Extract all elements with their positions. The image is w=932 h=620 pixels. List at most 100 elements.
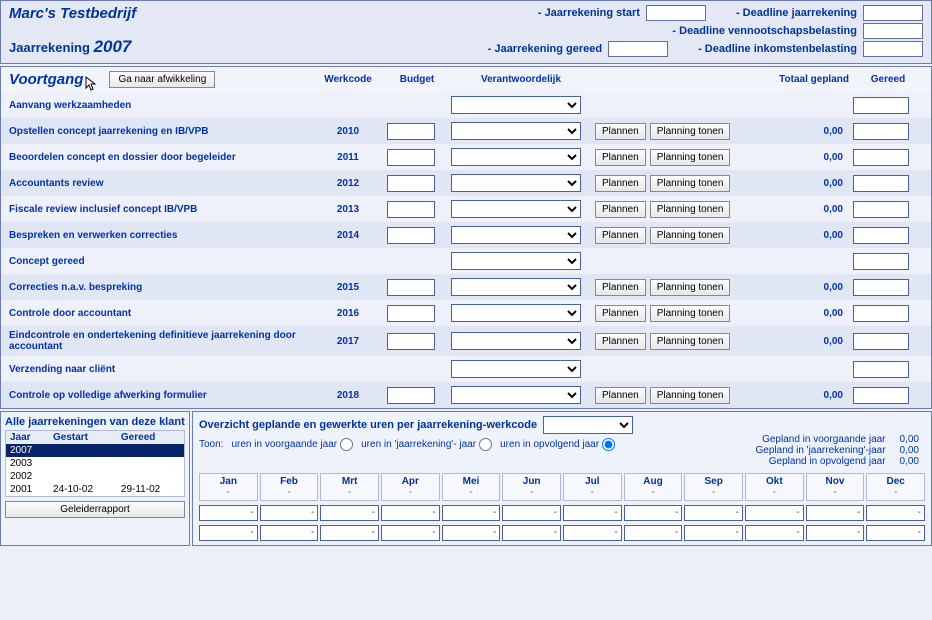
- plannen-button[interactable]: Plannen: [595, 387, 646, 404]
- radio-jr[interactable]: uren in 'jaarrekening'- jaar: [361, 438, 492, 451]
- hours-cell[interactable]: [806, 505, 865, 521]
- budget-input[interactable]: [387, 201, 435, 218]
- gereed-input[interactable]: [853, 253, 909, 270]
- year-row[interactable]: 200124-10-0229-11-02: [6, 483, 185, 497]
- werkcode-value: 2016: [313, 308, 383, 319]
- header-bar: Marc's Testbedrijf Jaarrekening 2007 - J…: [0, 0, 932, 64]
- input-deadline-inkom[interactable]: [863, 41, 923, 57]
- hours-cell[interactable]: [442, 525, 501, 541]
- planning-tonen-button[interactable]: Planning tonen: [650, 387, 731, 404]
- hours-cell[interactable]: [866, 505, 925, 521]
- planning-tonen-button[interactable]: Planning tonen: [650, 305, 731, 322]
- geleiderrapport-button[interactable]: Geleiderrapport: [5, 501, 185, 518]
- planning-tonen-button[interactable]: Planning tonen: [650, 175, 731, 192]
- gereed-input[interactable]: [853, 149, 909, 166]
- input-deadline-jr[interactable]: [863, 5, 923, 21]
- hours-cell[interactable]: [806, 525, 865, 541]
- hours-cell[interactable]: [260, 525, 319, 541]
- radio-opv[interactable]: uren in opvolgend jaar: [500, 438, 615, 451]
- responsible-select[interactable]: [451, 304, 581, 322]
- budget-input[interactable]: [387, 333, 435, 350]
- planning-tonen-button[interactable]: Planning tonen: [650, 279, 731, 296]
- hours-cell[interactable]: [381, 505, 440, 521]
- gereed-input[interactable]: [853, 333, 909, 350]
- hours-cell[interactable]: [442, 505, 501, 521]
- input-jr-gereed[interactable]: [608, 41, 668, 57]
- planning-tonen-button[interactable]: Planning tonen: [650, 201, 731, 218]
- responsible-select[interactable]: [451, 332, 581, 350]
- hours-cell[interactable]: [502, 505, 561, 521]
- goto-afwikkeling-button[interactable]: Ga naar afwikkeling: [109, 71, 215, 88]
- planning-tonen-button[interactable]: Planning tonen: [650, 123, 731, 140]
- totaal-gepland-value: 0,00: [769, 152, 849, 163]
- responsible-select[interactable]: [451, 278, 581, 296]
- plannen-button[interactable]: Plannen: [595, 305, 646, 322]
- plannen-button[interactable]: Plannen: [595, 123, 646, 140]
- month-header: Jul-: [563, 473, 622, 501]
- gereed-input[interactable]: [853, 97, 909, 114]
- responsible-select[interactable]: [451, 148, 581, 166]
- werkcode-select[interactable]: [543, 416, 633, 434]
- hours-cell[interactable]: [684, 505, 743, 521]
- input-jr-start[interactable]: [646, 5, 706, 21]
- month-header: Aug-: [624, 473, 683, 501]
- hours-cell[interactable]: [381, 525, 440, 541]
- year-row[interactable]: 2003: [6, 457, 185, 470]
- responsible-select[interactable]: [451, 360, 581, 378]
- budget-input[interactable]: [387, 175, 435, 192]
- plannen-button[interactable]: Plannen: [595, 227, 646, 244]
- hours-cell[interactable]: [199, 505, 258, 521]
- budget-input[interactable]: [387, 123, 435, 140]
- gepland-jr: Gepland in 'jaarrekening'-jaar: [756, 445, 886, 456]
- responsible-select[interactable]: [451, 226, 581, 244]
- hours-cell[interactable]: [563, 505, 622, 521]
- gereed-input[interactable]: [853, 201, 909, 218]
- subline-label: Jaarrekening: [9, 40, 90, 55]
- years-table[interactable]: Jaar Gestart Gereed 200720032002200124-1…: [5, 430, 185, 497]
- gereed-input[interactable]: [853, 227, 909, 244]
- hours-cell[interactable]: [320, 505, 379, 521]
- planning-tonen-button[interactable]: Planning tonen: [650, 333, 731, 350]
- radio-voor[interactable]: uren in voorgaande jaar: [231, 438, 353, 451]
- responsible-select[interactable]: [451, 96, 581, 114]
- planning-tonen-button[interactable]: Planning tonen: [650, 227, 731, 244]
- hours-cell[interactable]: [199, 525, 258, 541]
- task-row: Controle door accountant2016PlannenPlann…: [1, 300, 931, 326]
- input-deadline-venn[interactable]: [863, 23, 923, 39]
- hours-cell[interactable]: [624, 525, 683, 541]
- gereed-input[interactable]: [853, 387, 909, 404]
- plannen-button[interactable]: Plannen: [595, 333, 646, 350]
- plannen-button[interactable]: Plannen: [595, 175, 646, 192]
- hours-cell[interactable]: [684, 525, 743, 541]
- gereed-input[interactable]: [853, 123, 909, 140]
- hours-cell[interactable]: [624, 505, 683, 521]
- responsible-select[interactable]: [451, 122, 581, 140]
- budget-input[interactable]: [387, 149, 435, 166]
- hours-cell[interactable]: [866, 525, 925, 541]
- task-row: Controle op volledige afwerking formulie…: [1, 382, 931, 408]
- gereed-input[interactable]: [853, 175, 909, 192]
- hours-cell[interactable]: [745, 505, 804, 521]
- budget-input[interactable]: [387, 227, 435, 244]
- hours-cell[interactable]: [320, 525, 379, 541]
- gereed-input[interactable]: [853, 305, 909, 322]
- hours-cell[interactable]: [260, 505, 319, 521]
- budget-input[interactable]: [387, 387, 435, 404]
- hours-cell[interactable]: [502, 525, 561, 541]
- gereed-input[interactable]: [853, 361, 909, 378]
- year-row[interactable]: 2002: [6, 470, 185, 483]
- hours-cell[interactable]: [745, 525, 804, 541]
- responsible-select[interactable]: [451, 252, 581, 270]
- responsible-select[interactable]: [451, 174, 581, 192]
- responsible-select[interactable]: [451, 200, 581, 218]
- plannen-button[interactable]: Plannen: [595, 149, 646, 166]
- budget-input[interactable]: [387, 279, 435, 296]
- gereed-input[interactable]: [853, 279, 909, 296]
- plannen-button[interactable]: Plannen: [595, 201, 646, 218]
- responsible-select[interactable]: [451, 386, 581, 404]
- plannen-button[interactable]: Plannen: [595, 279, 646, 296]
- hours-cell[interactable]: [563, 525, 622, 541]
- year-row[interactable]: 2007: [6, 444, 185, 457]
- planning-tonen-button[interactable]: Planning tonen: [650, 149, 731, 166]
- budget-input[interactable]: [387, 305, 435, 322]
